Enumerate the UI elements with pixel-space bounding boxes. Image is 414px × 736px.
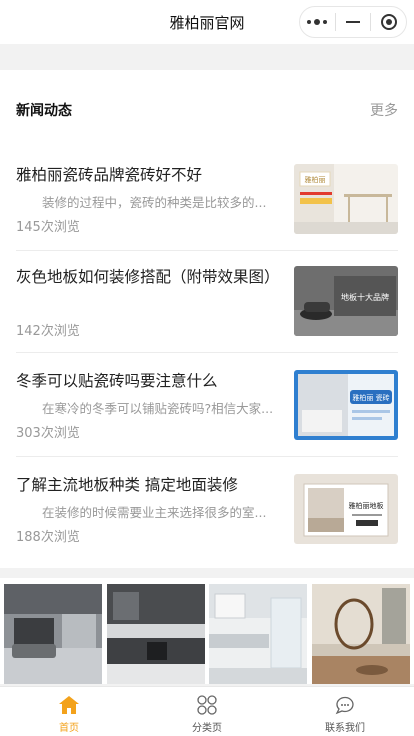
nav-bar: 雅柏丽官网 — [0, 0, 414, 44]
news-item[interactable]: 了解主流地板种类 搞定地面装修 在装修的时候需要业主来选择很多的室... 188… — [16, 472, 398, 545]
news-item-title: 灰色地板如何装修搭配（附带效果图） — [16, 268, 280, 286]
photo-gallery — [0, 578, 414, 684]
tab-bar: 首页 分类页 联系我们 — [0, 686, 414, 736]
close-button[interactable] — [371, 7, 406, 37]
news-item-views: 142次浏览 — [16, 324, 80, 339]
tab-home[interactable]: 首页 — [0, 687, 138, 736]
gallery-photo[interactable] — [4, 584, 102, 684]
news-item-thumbnail: 雅柏丽 — [294, 164, 398, 234]
tab-category-label: 分类页 — [192, 723, 222, 734]
gallery-photo[interactable] — [209, 584, 307, 684]
news-item-thumbnail: 雅柏丽地板 — [294, 474, 398, 544]
news-item-summary: 在装修的时候需要业主来选择很多的室... — [42, 505, 267, 520]
news-item[interactable]: 雅柏丽瓷砖品牌瓷砖好不好 装修的过程中，瓷砖的种类是比较多的... 145次浏览… — [16, 162, 398, 235]
news-section: 新闻动态 更多 雅柏丽瓷砖品牌瓷砖好不好 装修的过程中，瓷砖的种类是比较多的..… — [0, 70, 414, 568]
more-dots-icon — [307, 19, 328, 25]
minimize-icon — [346, 21, 360, 23]
tab-contact-label: 联系我们 — [325, 723, 365, 734]
tab-category[interactable]: 分类页 — [138, 687, 276, 736]
thumb-caption: 雅柏丽 — [305, 175, 326, 184]
minimize-button[interactable] — [336, 7, 371, 37]
news-section-title: 新闻动态 — [16, 103, 72, 119]
chat-icon — [335, 696, 354, 715]
mini-program-capsule — [299, 6, 407, 38]
news-item[interactable]: 灰色地板如何装修搭配（附带效果图） 142次浏览 地板十大品牌 — [16, 266, 398, 339]
news-item-thumbnail: 雅柏丽 瓷砖 — [294, 370, 398, 440]
news-item-summary: 在寒冷的冬季可以铺贴瓷砖吗?相信大家... — [42, 401, 274, 416]
more-menu-button[interactable] — [300, 7, 335, 37]
news-item-views: 188次浏览 — [16, 530, 80, 545]
grid-icon — [197, 695, 217, 715]
news-item-title: 冬季可以贴瓷砖吗要注意什么 — [16, 372, 218, 390]
thumb-caption: 地板十大品牌 — [341, 292, 389, 302]
thumb-caption: 雅柏丽地板 — [349, 501, 384, 510]
home-icon — [59, 696, 79, 714]
news-item-views: 145次浏览 — [16, 220, 80, 235]
news-item-title: 雅柏丽瓷砖品牌瓷砖好不好 — [16, 166, 203, 184]
news-item[interactable]: 冬季可以贴瓷砖吗要注意什么 在寒冷的冬季可以铺贴瓷砖吗?相信大家... 303次… — [16, 368, 398, 441]
gallery-photo[interactable] — [107, 584, 205, 684]
tab-home-label: 首页 — [59, 723, 79, 734]
gallery-photo[interactable] — [312, 584, 410, 684]
news-item-thumbnail: 地板十大品牌 — [294, 266, 398, 336]
news-item-views: 303次浏览 — [16, 426, 80, 441]
news-item-title: 了解主流地板种类 搞定地面装修 — [16, 476, 238, 494]
thumb-caption: 雅柏丽 瓷砖 — [352, 393, 389, 402]
news-more-link[interactable]: 更多 — [370, 100, 398, 120]
news-item-summary: 装修的过程中，瓷砖的种类是比较多的... — [42, 195, 267, 210]
tab-contact[interactable]: 联系我们 — [276, 687, 414, 736]
close-circle-icon — [380, 14, 397, 30]
